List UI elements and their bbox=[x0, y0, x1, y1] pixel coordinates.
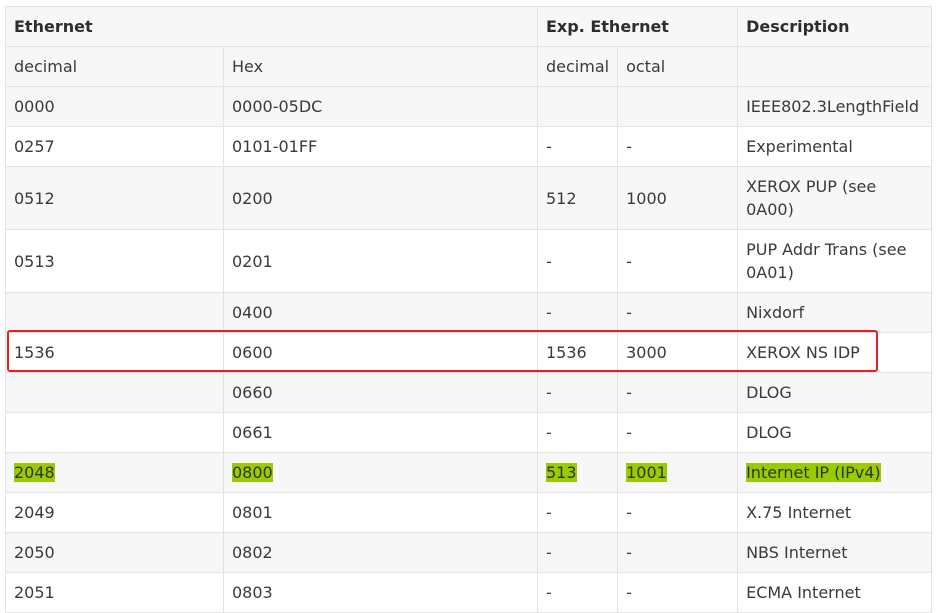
cell-hex: 0201 bbox=[223, 229, 538, 293]
highlight-mark: Internet IP (IPv4) bbox=[746, 463, 881, 482]
cell-description: PUP Addr Trans (see 0A01) bbox=[737, 229, 933, 293]
cell-description: Nixdorf bbox=[737, 292, 933, 333]
cell-decimal: 0000 bbox=[5, 86, 224, 127]
cell-exp-decimal: - bbox=[536, 492, 619, 533]
subheader-exp-decimal: decimal bbox=[536, 46, 619, 87]
cell-exp-octal bbox=[617, 86, 739, 127]
table-subheader-row: decimal Hex decimal octal bbox=[5, 46, 933, 87]
cell-exp-octal: - bbox=[617, 126, 739, 167]
cell-exp-decimal: - bbox=[536, 372, 619, 413]
highlight-mark: 2048 bbox=[14, 463, 55, 482]
cell-decimal: 0512 bbox=[5, 166, 224, 230]
cell-exp-decimal: - bbox=[536, 572, 619, 613]
subheader-exp-octal: octal bbox=[617, 46, 739, 87]
cell-hex: 0101-01FF bbox=[223, 126, 538, 167]
subheader-description bbox=[737, 46, 933, 87]
cell-exp-octal: - bbox=[617, 572, 739, 613]
cell-decimal: 2049 bbox=[5, 492, 224, 533]
cell-description: XEROX PUP (see 0A00) bbox=[737, 166, 933, 230]
cell-exp-octal: - bbox=[617, 532, 739, 573]
cell-decimal bbox=[5, 412, 224, 453]
cell-exp-octal: - bbox=[617, 412, 739, 453]
cell-description: Experimental bbox=[737, 126, 933, 167]
table-row: 0000 0000-05DC IEEE802.3LengthField bbox=[5, 86, 933, 127]
subheader-hex: Hex bbox=[223, 46, 538, 87]
table-row: 0513 0201 - - PUP Addr Trans (see 0A01) bbox=[5, 229, 933, 293]
header-ethernet: Ethernet bbox=[5, 6, 538, 47]
cell-hex: 0801 bbox=[223, 492, 538, 533]
cell-exp-octal: 3000 bbox=[617, 332, 739, 373]
cell-description: XEROX NS IDP bbox=[737, 332, 933, 373]
table-row: 2050 0802 - - NBS Internet bbox=[5, 532, 933, 573]
cell-exp-octal: - bbox=[617, 492, 739, 533]
cell-hex: 0000-05DC bbox=[223, 86, 538, 127]
cell-exp-decimal: 513 bbox=[536, 452, 619, 493]
cell-decimal bbox=[5, 292, 224, 333]
cell-exp-octal: - bbox=[617, 372, 739, 413]
table-row: 0257 0101-01FF - - Experimental bbox=[5, 126, 933, 167]
cell-exp-decimal: 1536 bbox=[536, 332, 619, 373]
cell-hex: 0400 bbox=[223, 292, 538, 333]
table-row: 0512 0200 512 1000 XEROX PUP (see 0A00) bbox=[5, 166, 933, 230]
cell-exp-octal: - bbox=[617, 229, 739, 293]
cell-hex: 0660 bbox=[223, 372, 538, 413]
cell-hex: 0661 bbox=[223, 412, 538, 453]
cell-hex: 0802 bbox=[223, 532, 538, 573]
table-row-xerox-ns-idp: 1536 0600 1536 3000 XEROX NS IDP bbox=[5, 332, 933, 373]
cell-decimal: 2051 bbox=[5, 572, 224, 613]
ethertype-table: Ethernet Exp. Ethernet Description decim… bbox=[5, 6, 933, 613]
cell-decimal: 2048 bbox=[5, 452, 224, 493]
header-description: Description bbox=[737, 6, 933, 47]
cell-exp-decimal bbox=[536, 86, 619, 127]
subheader-decimal: decimal bbox=[5, 46, 224, 87]
cell-decimal: 0513 bbox=[5, 229, 224, 293]
header-exp-ethernet: Exp. Ethernet bbox=[536, 6, 739, 47]
cell-description: ECMA Internet bbox=[737, 572, 933, 613]
cell-exp-octal: 1000 bbox=[617, 166, 739, 230]
ethertype-table-container: Ethernet Exp. Ethernet Description decim… bbox=[5, 6, 933, 613]
cell-exp-octal: 1001 bbox=[617, 452, 739, 493]
table-row: 0661 - - DLOG bbox=[5, 412, 933, 453]
cell-exp-decimal: - bbox=[536, 412, 619, 453]
cell-hex: 0803 bbox=[223, 572, 538, 613]
cell-exp-decimal: 512 bbox=[536, 166, 619, 230]
cell-description: DLOG bbox=[737, 372, 933, 413]
table-row: 2051 0803 - - ECMA Internet bbox=[5, 572, 933, 613]
table-row: 0400 - - Nixdorf bbox=[5, 292, 933, 333]
table-row: 2049 0801 - - X.75 Internet bbox=[5, 492, 933, 533]
cell-exp-decimal: - bbox=[536, 292, 619, 333]
cell-hex: 0200 bbox=[223, 166, 538, 230]
cell-decimal: 0257 bbox=[5, 126, 224, 167]
highlight-mark: 1001 bbox=[626, 463, 667, 482]
cell-decimal bbox=[5, 372, 224, 413]
cell-description: IEEE802.3LengthField bbox=[737, 86, 933, 127]
cell-description: Internet IP (IPv4) bbox=[737, 452, 933, 493]
cell-decimal: 2050 bbox=[5, 532, 224, 573]
table-row-ipv4-highlighted: 2048 0800 513 1001 Internet IP (IPv4) bbox=[5, 452, 933, 493]
cell-hex: 0600 bbox=[223, 332, 538, 373]
table-row: 0660 - - DLOG bbox=[5, 372, 933, 413]
cell-description: NBS Internet bbox=[737, 532, 933, 573]
cell-exp-octal: - bbox=[617, 292, 739, 333]
cell-hex: 0800 bbox=[223, 452, 538, 493]
highlight-mark: 0800 bbox=[232, 463, 273, 482]
cell-exp-decimal: - bbox=[536, 126, 619, 167]
cell-decimal: 1536 bbox=[5, 332, 224, 373]
cell-exp-decimal: - bbox=[536, 532, 619, 573]
cell-description: X.75 Internet bbox=[737, 492, 933, 533]
cell-description: DLOG bbox=[737, 412, 933, 453]
cell-exp-decimal: - bbox=[536, 229, 619, 293]
table-header-row: Ethernet Exp. Ethernet Description bbox=[5, 6, 933, 47]
highlight-mark: 513 bbox=[546, 463, 577, 482]
